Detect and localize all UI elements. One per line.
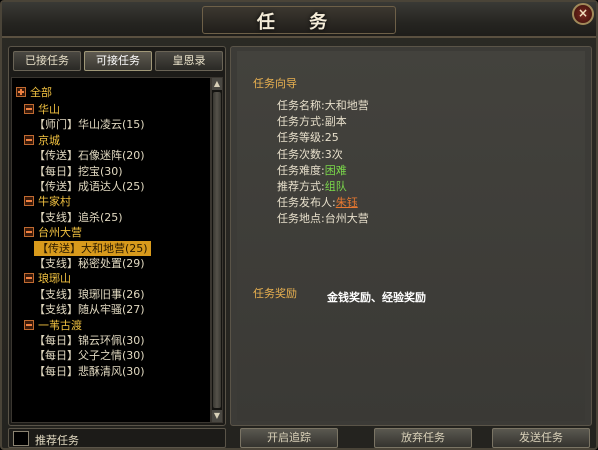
tree-task[interactable]: 【每日】锦云环佩(30) (34, 333, 145, 348)
tree-item-label: 【传送】成语达人(25) (34, 180, 145, 193)
guide-row-label: 任务发布人: (277, 196, 336, 210)
tree-category[interactable]: 华山 (24, 102, 60, 117)
tree-all-label: 全部 (30, 86, 52, 99)
tree-task-selected[interactable]: 【传送】大和地营(25) (34, 240, 151, 256)
tree-task[interactable]: 【每日】悲酥清风(30) (34, 364, 145, 379)
guide-title: 任务向导 (253, 77, 297, 90)
guide-row-label: 任务次数: (277, 147, 325, 161)
guide-row-label: 任务名称: (277, 99, 325, 112)
tree-category[interactable]: 京城 (24, 133, 60, 148)
guide-row-value: 3次 (324, 147, 343, 161)
guide-row: 推荐方式:组队 (277, 178, 347, 194)
tree-item-label: 【传送】石像迷阵(20) (34, 149, 145, 163)
tree-category[interactable]: 一苇古渡 (24, 318, 82, 333)
guide-row-value: 组队 (324, 180, 347, 193)
reward-text: 金钱奖励、经验奖励 (327, 291, 426, 304)
tree-task[interactable]: 【传送】石像迷阵(20) (34, 148, 145, 163)
start-tracking-button[interactable]: 开启追踪 (240, 428, 338, 448)
tree-task[interactable]: 【师门】华山凌云(15) (34, 117, 145, 132)
tree-all-row[interactable]: 全部 (16, 85, 52, 100)
tree-item-label: 【每日】悲酥清风(30) (34, 364, 145, 378)
tree-item-label: 【传送】大和地营(25) (37, 241, 148, 255)
tree-item-label: 【每日】锦云环佩(30) (34, 334, 145, 347)
guide-row-label: 任务地点: (277, 212, 325, 226)
guide-row: 任务方式:副本 (277, 113, 347, 129)
collapse-minus-icon[interactable] (24, 227, 34, 238)
tree-item-label: 【支线】随从牢骚(27) (34, 303, 145, 317)
tree-item-label: 【支线】琅琊旧事(26) (34, 287, 145, 301)
tree-item-label: 牛家村 (38, 195, 71, 209)
guide-row: 任务名称:大和地营 (277, 97, 369, 113)
tree-item-label: 【支线】秘密处置(29) (34, 257, 145, 270)
tree-task[interactable]: 【每日】挖宝(30) (34, 164, 123, 179)
collapse-minus-icon[interactable] (24, 273, 34, 284)
guide-row: 任务发布人:朱钰 (277, 194, 358, 210)
guide-row-value: 大和地营 (324, 99, 369, 112)
tab-bar: 已接任务 可接任务 皇恩录 (13, 51, 223, 73)
expand-plus-icon[interactable] (16, 87, 26, 97)
tree-item-label: 【师门】华山凌云(15) (34, 118, 145, 132)
tree-task[interactable]: 【支线】追杀(25) (34, 210, 123, 225)
window-title: 任 务 (256, 12, 342, 33)
tab-available-tasks[interactable]: 可接任务 (84, 51, 152, 71)
tree-item-label: 一苇古渡 (38, 318, 82, 332)
close-icon: × (577, 6, 589, 20)
guide-row-value: 副本 (324, 115, 347, 129)
collapse-minus-icon[interactable] (24, 319, 34, 330)
recommend-toggle: 推荐任务 (8, 428, 226, 448)
recommend-checkbox[interactable] (13, 431, 29, 446)
guide-row-value: 困难 (324, 163, 347, 177)
tree-item-label: 京城 (38, 133, 60, 147)
tree-scrollbar[interactable]: ▲ ▼ (211, 77, 223, 423)
task-tree: 全部 华山【师门】华山凌云(15) 京城【传送】石像迷阵(20) 【每日】挖宝(30… (11, 77, 211, 423)
tree-category[interactable]: 台州大营 (24, 225, 82, 240)
collapse-minus-icon[interactable] (24, 196, 34, 207)
title-bar[interactable]: 任 务 × (2, 2, 596, 38)
guide-row-label: 推荐方式: (277, 180, 325, 193)
recommend-label: 推荐任务 (35, 434, 79, 447)
abandon-task-button[interactable]: 放弃任务 (374, 428, 472, 448)
tree-task[interactable]: 【支线】琅琊旧事(26) (34, 287, 145, 302)
task-giver-link[interactable]: 朱钰 (336, 196, 358, 209)
scroll-up-arrow-icon[interactable]: ▲ (212, 78, 222, 90)
collapse-minus-icon[interactable] (24, 134, 34, 145)
tab-accepted-tasks[interactable]: 已接任务 (13, 51, 81, 71)
tab-imperial-record[interactable]: 皇恩录 (155, 51, 223, 71)
tree-task[interactable]: 【支线】秘密处置(29) (34, 256, 145, 271)
guide-row-label: 任务难度: (277, 163, 325, 177)
reward-title: 任务奖励 (253, 287, 297, 300)
guide-row: 任务等级:25 (277, 129, 339, 145)
tree-item-label: 【每日】父子之情(30) (34, 349, 145, 363)
task-detail-content: 任务向导 任务名称:大和地营 任务方式:副本 任务等级:25 任务次数:3次 任务难度:… (237, 51, 585, 421)
tree-category[interactable]: 琅琊山 (24, 271, 71, 286)
tree-task[interactable]: 【传送】成语达人(25) (34, 179, 145, 194)
tree-item-label: 【每日】挖宝(30) (34, 164, 123, 178)
tree-item-label: 【支线】追杀(25) (34, 210, 123, 224)
task-list-panel: 已接任务 可接任务 皇恩录 全部 华山【师门】华山凌云(15) 京城【传送】石像迷… (8, 46, 226, 426)
task-detail-panel: 任务向导 任务名称:大和地营 任务方式:副本 任务等级:25 任务次数:3次 任务难度:… (230, 46, 592, 426)
task-window: 任 务 × 已接任务 可接任务 皇恩录 全部 华山【师门】华山凌云(15) 京城【… (0, 0, 598, 450)
close-button[interactable]: × (572, 3, 594, 25)
tree-item-label: 华山 (38, 103, 60, 116)
tree-task[interactable]: 【支线】随从牢骚(27) (34, 302, 145, 317)
guide-row-value: 25 (324, 131, 339, 145)
scroll-down-arrow-icon[interactable]: ▼ (212, 410, 222, 422)
tree-category[interactable]: 牛家村 (24, 194, 71, 209)
guide-row-label: 任务方式: (277, 115, 325, 129)
scroll-thumb[interactable] (213, 92, 221, 408)
guide-row: 任务地点:台州大营 (277, 210, 369, 226)
tree-task[interactable]: 【每日】父子之情(30) (34, 348, 145, 363)
guide-row: 任务次数:3次 (277, 146, 343, 162)
guide-row-value: 台州大营 (324, 212, 369, 226)
tree-item-label: 琅琊山 (38, 272, 71, 286)
guide-row: 任务难度:困难 (277, 162, 347, 178)
tree-item-label: 台州大营 (38, 226, 82, 240)
guide-row-label: 任务等级: (277, 131, 325, 145)
collapse-minus-icon[interactable] (24, 104, 34, 114)
send-task-button[interactable]: 发送任务 (492, 428, 590, 448)
